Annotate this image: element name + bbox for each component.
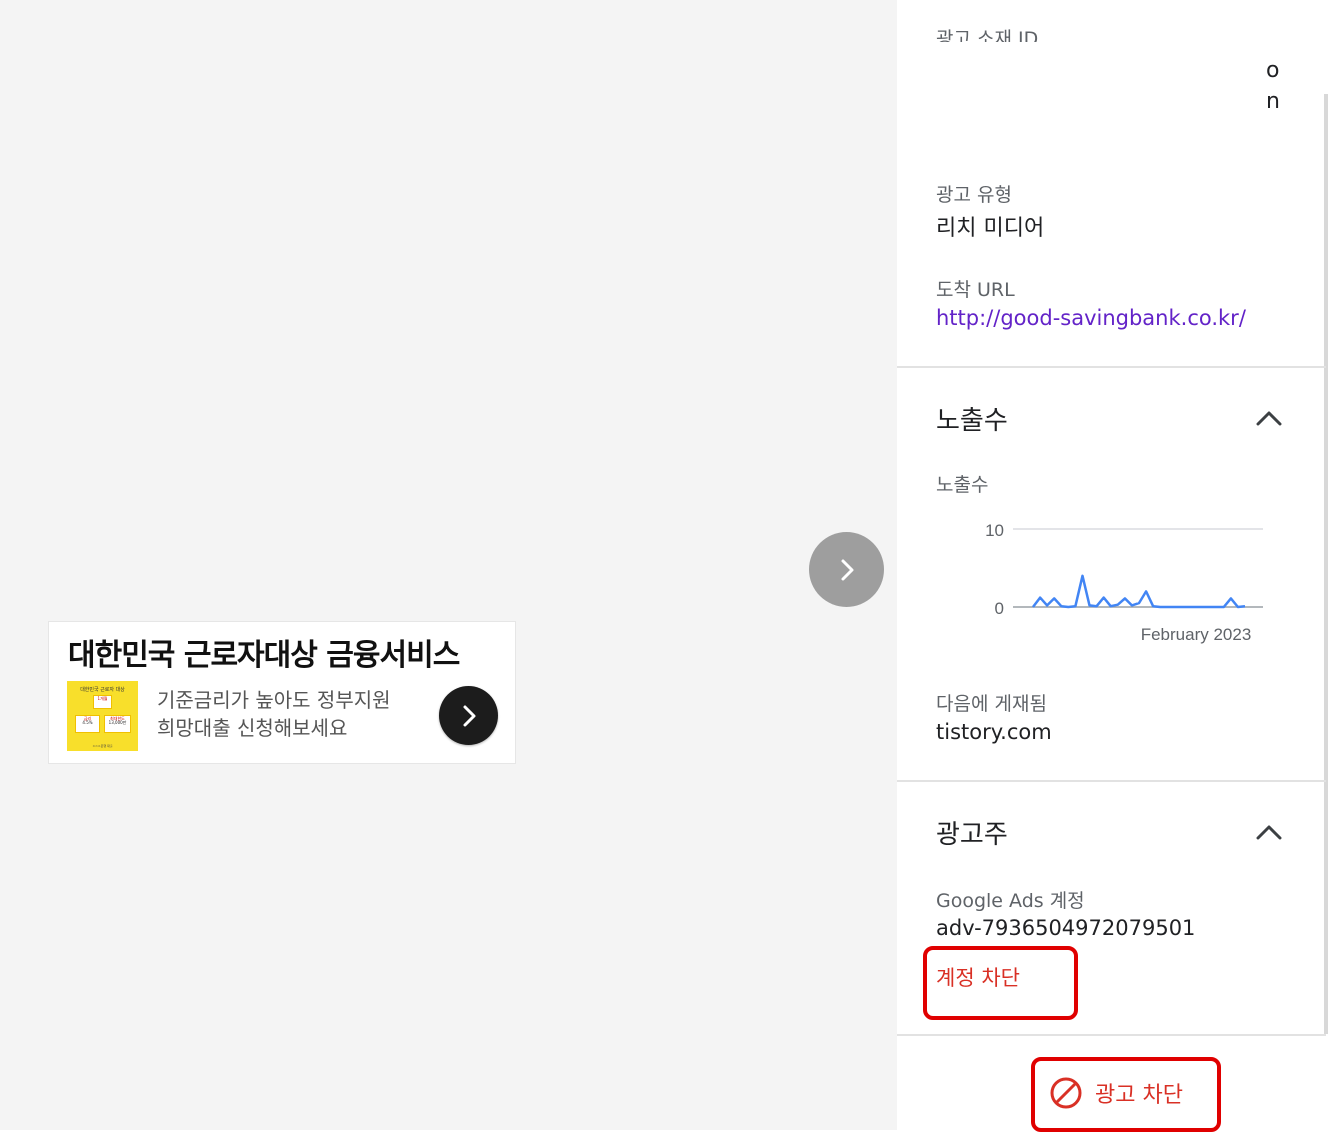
chevron-right-icon [463,705,475,726]
ad-cta-button[interactable] [439,686,498,745]
ad-description: 기준금리가 높아도 정부지원 희망대출 신청해보세요 [157,688,391,740]
y-tick-label: 0 [995,599,1004,618]
ad-type-label: 광고 유형 [936,184,1012,206]
landing-url-label: 도착 URL [936,279,1015,301]
thumbnail-limit-box: 최대한도 13,000만 [104,715,131,733]
highlight-annotation [1031,1057,1221,1132]
chevron-right-icon [841,559,853,580]
y-tick-label: 10 [985,521,1004,540]
thumbnail-footer: ㅇㅇㅇ은행 대출 [92,744,113,748]
creative-id-value-tail-1: o [1266,58,1280,83]
section-divider [897,780,1326,782]
panel-scrollbar[interactable] [1324,94,1328,1034]
chevron-up-icon[interactable] [1254,408,1284,428]
google-ads-account-label: Google Ads 계정 [936,890,1085,912]
chevron-up-icon[interactable] [1254,822,1284,842]
next-ad-button[interactable] [809,532,884,607]
highlight-annotation [923,946,1078,1020]
thumbnail-title: 대한민국 근로자 대상 [80,687,125,693]
impressions-section-title: 노출수 [936,406,1008,436]
impressions-chart: 10 0 February 2023 [985,521,1263,644]
creative-id-value-tail-2: n [1266,89,1280,114]
ad-headline: 대한민국 근로자대상 금융서비스 [68,638,460,673]
thumbnail-badge: 1개월 [93,695,112,709]
thumbnail-rate-box: 금리 4.5% [75,715,100,733]
ad-thumbnail-image: 대한민국 근로자 대상 1개월 금리 4.5% 최대한도 13,000만 ㅇㅇㅇ… [67,681,138,751]
ad-preview-pane: 대한민국 근로자대상 금융서비스 대한민국 근로자 대상 1개월 금리 4.5%… [0,0,897,1130]
ad-type-value: 리치 미디어 [936,216,1045,241]
section-divider [897,1034,1326,1036]
published-on-value: tistory.com [936,720,1052,744]
landing-url-anchor[interactable]: http://good-savingbank.co.kr/ [936,306,1246,330]
impressions-chart-label: 노출수 [936,474,989,496]
ad-creative-preview[interactable]: 대한민국 근로자대상 금융서비스 대한민국 근로자 대상 1개월 금리 4.5%… [48,621,516,764]
section-divider [897,366,1326,368]
advertiser-section-title: 광고주 [936,820,1008,850]
landing-url-link[interactable]: http://good-savingbank.co.kr/ [936,306,1246,330]
creative-id-label: 광고 소재 ID [936,28,1039,42]
published-on-label: 다음에 게재됨 [936,693,1047,715]
x-tick-label: February 2023 [1141,625,1252,644]
impressions-series-line [1032,574,1246,609]
google-ads-account-value: adv-7936504972079501 [936,916,1196,940]
